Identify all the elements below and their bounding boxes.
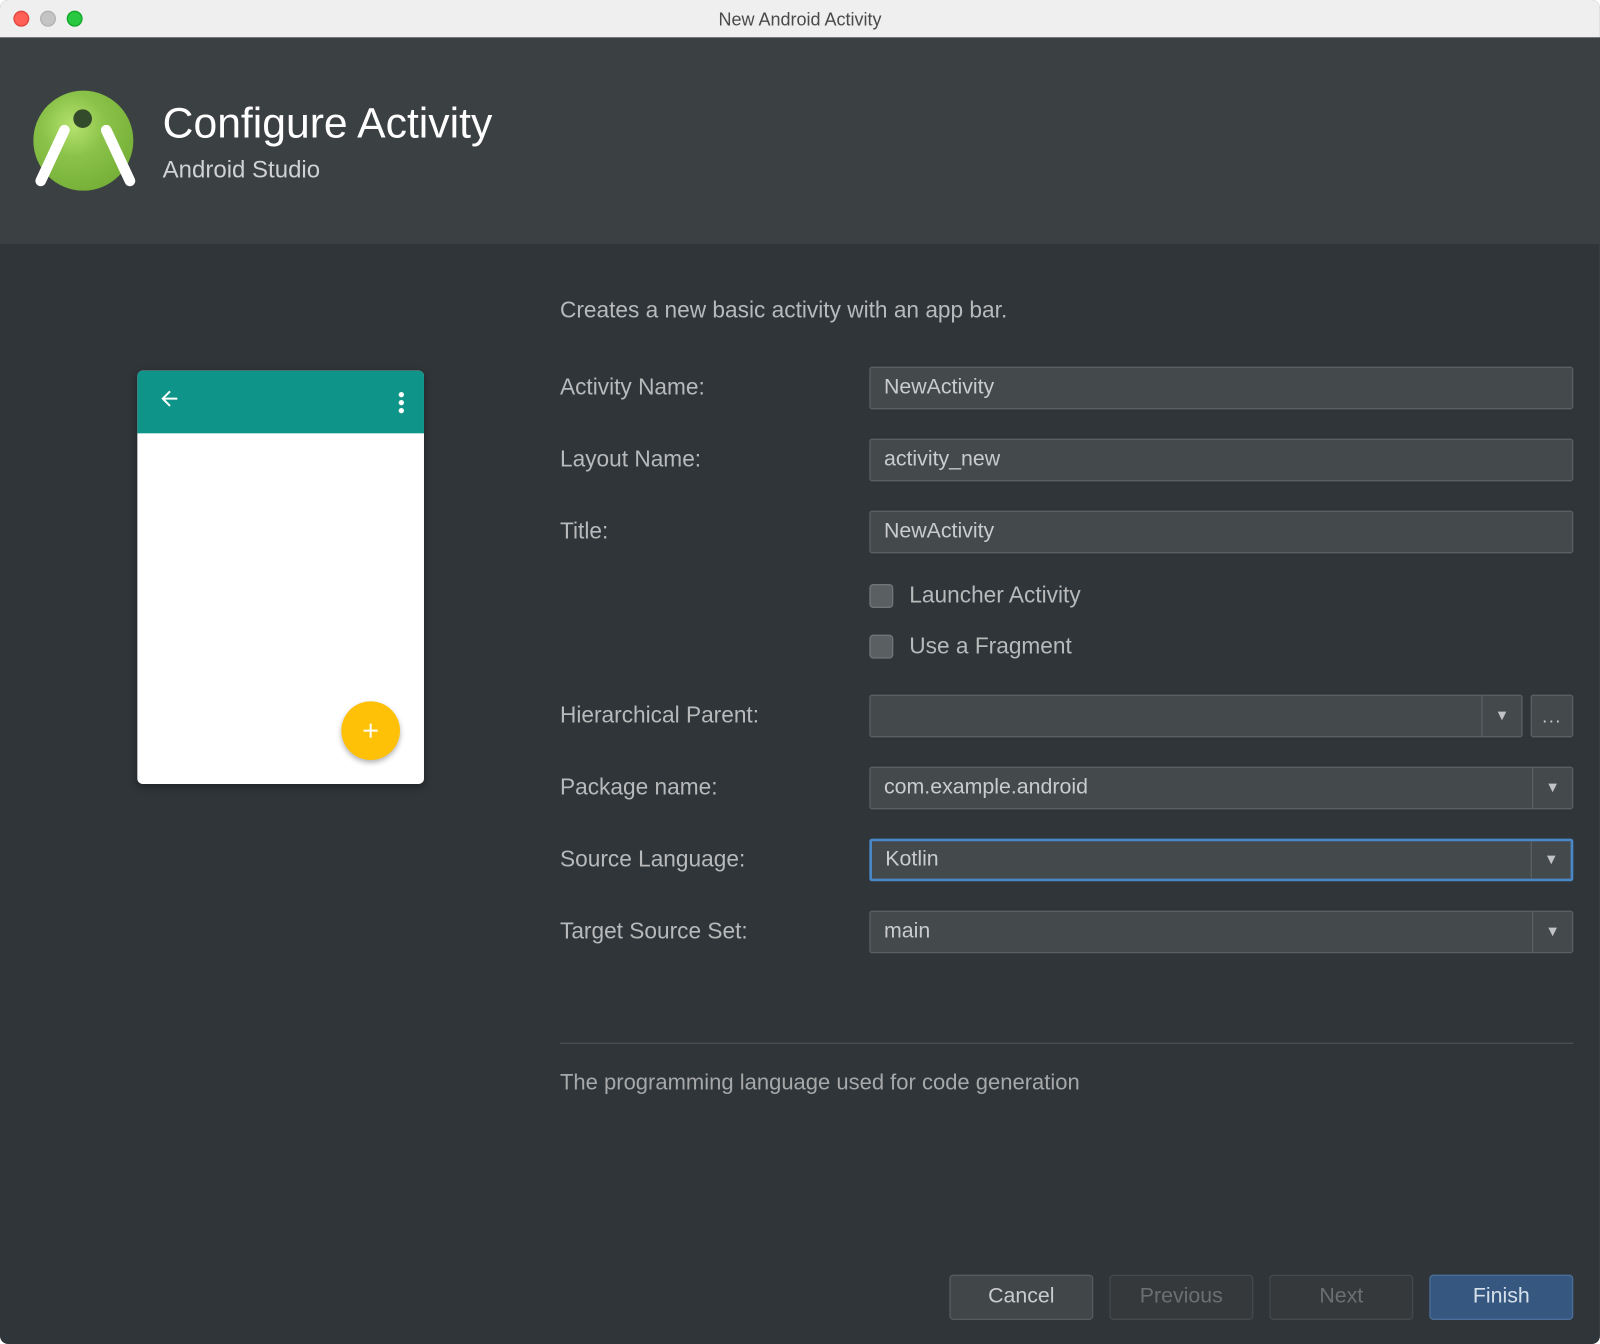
hierarchical-parent-combo[interactable]: ▼ [869, 695, 1522, 738]
use-fragment-checkbox[interactable] [869, 635, 893, 659]
package-name-label: Package name: [560, 775, 869, 802]
chevron-down-icon: ▼ [1532, 912, 1572, 952]
page-subtitle: Android Studio [163, 155, 493, 183]
chevron-down-icon: ▼ [1531, 841, 1571, 878]
wizard-window: New Android Activity Configure Activity … [0, 0, 1600, 1344]
cancel-button[interactable]: Cancel [949, 1275, 1093, 1320]
preview-column [0, 297, 560, 1250]
browse-parent-button[interactable]: ... [1531, 695, 1574, 738]
launcher-activity-checkbox[interactable] [869, 584, 893, 608]
help-text: The programming language used for code g… [560, 1071, 1573, 1096]
title-label: Title: [560, 519, 869, 546]
activity-name-label: Activity Name: [560, 375, 869, 402]
back-arrow-icon [157, 386, 181, 418]
titlebar: New Android Activity [0, 0, 1600, 37]
page-title: Configure Activity [163, 98, 493, 147]
previous-button[interactable]: Previous [1109, 1275, 1253, 1320]
package-name-combo[interactable]: com.example.android ▼ [869, 767, 1573, 810]
layout-name-label: Layout Name: [560, 447, 869, 474]
package-name-value: com.example.android [871, 776, 1532, 800]
android-studio-icon [33, 91, 133, 191]
footer: Cancel Previous Next Finish [0, 1251, 1600, 1344]
finish-button[interactable]: Finish [1429, 1275, 1573, 1320]
layout-name-input[interactable] [869, 439, 1573, 482]
body: Creates a new basic activity with an app… [0, 244, 1600, 1251]
target-source-set-label: Target Source Set: [560, 919, 869, 946]
chevron-down-icon: ▼ [1481, 696, 1521, 736]
title-input[interactable] [869, 511, 1573, 554]
use-fragment-label: Use a Fragment [909, 633, 1072, 660]
chevron-down-icon: ▼ [1532, 768, 1572, 808]
form-column: Creates a new basic activity with an app… [560, 297, 1600, 1250]
activity-name-input[interactable] [869, 367, 1573, 410]
overflow-menu-icon [398, 391, 403, 412]
header-banner: Configure Activity Android Studio [0, 37, 1600, 244]
target-source-set-value: main [871, 920, 1532, 944]
description: Creates a new basic activity with an app… [560, 297, 1573, 324]
window-title: New Android Activity [0, 9, 1600, 29]
target-source-set-combo[interactable]: main ▼ [869, 911, 1573, 954]
source-language-value: Kotlin [872, 848, 1531, 872]
source-language-combo[interactable]: Kotlin ▼ [869, 839, 1573, 882]
fab-icon [341, 701, 400, 760]
next-button[interactable]: Next [1269, 1275, 1413, 1320]
help-separator [560, 1043, 1573, 1044]
hierarchical-parent-label: Hierarchical Parent: [560, 703, 869, 730]
source-language-label: Source Language: [560, 847, 869, 874]
preview-appbar [137, 371, 424, 434]
activity-preview [137, 371, 424, 784]
launcher-activity-label: Launcher Activity [909, 583, 1080, 610]
